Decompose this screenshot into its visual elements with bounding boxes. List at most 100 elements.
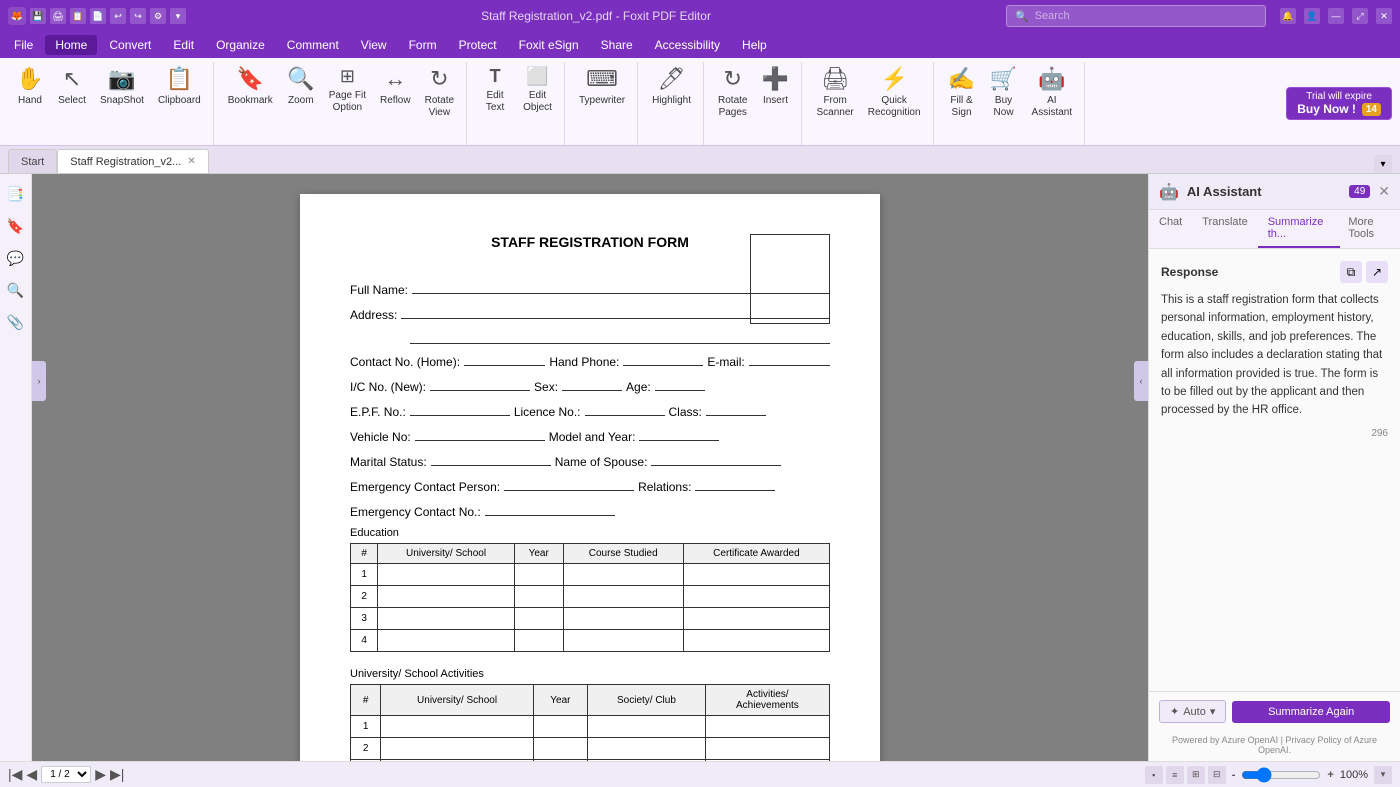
tab-close-icon[interactable]: ✕: [187, 156, 195, 167]
edu-row3-year[interactable]: [514, 608, 563, 630]
address-input2[interactable]: [410, 330, 830, 344]
ribbon-highlight[interactable]: 🖊Highlight: [646, 62, 697, 136]
edu-row1-course[interactable]: [563, 564, 683, 586]
toolbar-dropdown[interactable]: ▾: [170, 8, 186, 24]
panel-tab-summarize[interactable]: Summarize th...: [1258, 210, 1341, 248]
ribbon-reflow[interactable]: ↔Reflow: [374, 62, 417, 136]
right-collapse-btn[interactable]: ‹: [1134, 361, 1148, 401]
emergency-no-input[interactable]: [485, 502, 615, 516]
edu-row3-school[interactable]: [378, 608, 515, 630]
page-select[interactable]: 1 / 2: [41, 766, 91, 783]
spouse-input[interactable]: [651, 452, 781, 466]
doc-scroll[interactable]: STAFF REGISTRATION FORM Full Name: Addre…: [32, 174, 1148, 761]
panel-tab-more[interactable]: More Tools: [1340, 210, 1400, 248]
edu-row2-school[interactable]: [378, 586, 515, 608]
act-row1-achievements[interactable]: [705, 716, 829, 738]
copy-response-btn[interactable]: ⧉: [1340, 261, 1362, 283]
tab-staff-reg[interactable]: Staff Registration_v2... ✕: [57, 149, 208, 173]
view-facing[interactable]: ⊞: [1187, 766, 1205, 784]
edu-row1-school[interactable]: [378, 564, 515, 586]
zoom-plus-btn[interactable]: +: [1327, 769, 1333, 781]
edu-row3-cert[interactable]: [683, 608, 829, 630]
page-next[interactable]: ▶: [95, 766, 106, 783]
relations-input[interactable]: [695, 477, 775, 491]
ribbon-hand[interactable]: ✋Hand: [10, 62, 50, 136]
act-row2-year[interactable]: [533, 738, 587, 760]
edu-row4-school[interactable]: [378, 630, 515, 652]
panel-tab-translate[interactable]: Translate: [1192, 210, 1257, 248]
window-minimize[interactable]: —: [1328, 8, 1344, 24]
page-prev-prev[interactable]: |◀: [8, 766, 22, 783]
menu-organize[interactable]: Organize: [206, 35, 275, 55]
panel-close-btn[interactable]: ✕: [1378, 183, 1390, 200]
toolbar-print[interactable]: 🖨: [50, 8, 66, 24]
act-row2-school[interactable]: [381, 738, 533, 760]
licence-input[interactable]: [585, 402, 665, 416]
zoom-minus-btn[interactable]: -: [1232, 769, 1236, 781]
ribbon-fill-sign[interactable]: ✍Fill &Sign: [942, 62, 982, 136]
email-input[interactable]: [749, 352, 830, 366]
view-facing-cont[interactable]: ⊟: [1208, 766, 1226, 784]
ribbon-edit-text[interactable]: TEditText: [475, 62, 515, 136]
edu-row2-cert[interactable]: [683, 586, 829, 608]
menu-foxit-esign[interactable]: Foxit eSign: [509, 35, 589, 55]
menu-comment[interactable]: Comment: [277, 35, 349, 55]
emergency-person-input[interactable]: [504, 477, 634, 491]
menu-edit[interactable]: Edit: [163, 35, 204, 55]
menu-convert[interactable]: Convert: [99, 35, 161, 55]
age-input[interactable]: [655, 377, 705, 391]
ribbon-quick-recog[interactable]: ⚡QuickRecognition: [862, 62, 927, 136]
menu-home[interactable]: Home: [45, 35, 97, 55]
ribbon-rotate-pages[interactable]: ↻RotatePages: [712, 62, 753, 136]
toolbar-save[interactable]: 💾: [30, 8, 46, 24]
edu-row1-year[interactable]: [514, 564, 563, 586]
left-collapse-btn[interactable]: ›: [32, 361, 46, 401]
ribbon-buy-now[interactable]: 🛒BuyNow: [984, 62, 1024, 136]
act-row1-year[interactable]: [533, 716, 587, 738]
ribbon-ai-assistant[interactable]: 🤖AIAssistant: [1026, 62, 1079, 136]
zoom-dropdown[interactable]: ▾: [1374, 766, 1392, 784]
act-row1-society[interactable]: [588, 716, 706, 738]
ribbon-snapshot[interactable]: 📷SnapShot: [94, 62, 150, 136]
edu-row1-cert[interactable]: [683, 564, 829, 586]
toolbar-extra[interactable]: ⚙: [150, 8, 166, 24]
edu-row2-year[interactable]: [514, 586, 563, 608]
share-response-btn[interactable]: ↗: [1366, 261, 1388, 283]
menu-protect[interactable]: Protect: [449, 35, 507, 55]
sidebar-page-thumbnails[interactable]: 📑: [4, 182, 28, 206]
ribbon-insert[interactable]: ➕Insert: [755, 62, 795, 136]
ribbon-bookmark[interactable]: 🔖Bookmark: [222, 62, 279, 136]
menu-form[interactable]: Form: [399, 35, 447, 55]
edu-row2-course[interactable]: [563, 586, 683, 608]
ribbon-typewriter[interactable]: ⌨Typewriter: [573, 62, 631, 136]
ic-input[interactable]: [430, 377, 530, 391]
sidebar-comments[interactable]: 💬: [4, 246, 28, 270]
edu-row4-course[interactable]: [563, 630, 683, 652]
epf-input[interactable]: [410, 402, 510, 416]
ribbon-clipboard[interactable]: 📋Clipboard: [152, 62, 207, 136]
menu-share[interactable]: Share: [591, 35, 643, 55]
sex-input[interactable]: [562, 377, 622, 391]
window-maximize[interactable]: ⤢: [1352, 8, 1368, 24]
marital-input[interactable]: [431, 452, 551, 466]
notifications-icon[interactable]: 🔔: [1280, 8, 1296, 24]
edu-row3-course[interactable]: [563, 608, 683, 630]
edu-row4-year[interactable]: [514, 630, 563, 652]
ribbon-zoom[interactable]: 🔍Zoom: [281, 62, 321, 136]
toolbar-redo[interactable]: ↪: [130, 8, 146, 24]
tab-scroll-down[interactable]: ▾: [1374, 155, 1392, 173]
sidebar-search[interactable]: 🔍: [4, 278, 28, 302]
ribbon-rotate[interactable]: ↻RotateView: [419, 62, 460, 136]
act-row2-society[interactable]: [588, 738, 706, 760]
menu-view[interactable]: View: [351, 35, 397, 55]
ribbon-select[interactable]: ↖Select: [52, 62, 92, 136]
edu-row4-cert[interactable]: [683, 630, 829, 652]
view-continuous[interactable]: ≡: [1166, 766, 1184, 784]
sidebar-attachments[interactable]: 📎: [4, 310, 28, 334]
act-row1-school[interactable]: [381, 716, 533, 738]
act-row2-achievements[interactable]: [705, 738, 829, 760]
menu-accessibility[interactable]: Accessibility: [645, 35, 730, 55]
ribbon-pagefit[interactable]: ⊞Page FitOption: [323, 62, 372, 136]
zoom-slider[interactable]: [1241, 767, 1321, 783]
auto-dropdown-btn[interactable]: ✦ Auto ▾: [1159, 700, 1226, 723]
